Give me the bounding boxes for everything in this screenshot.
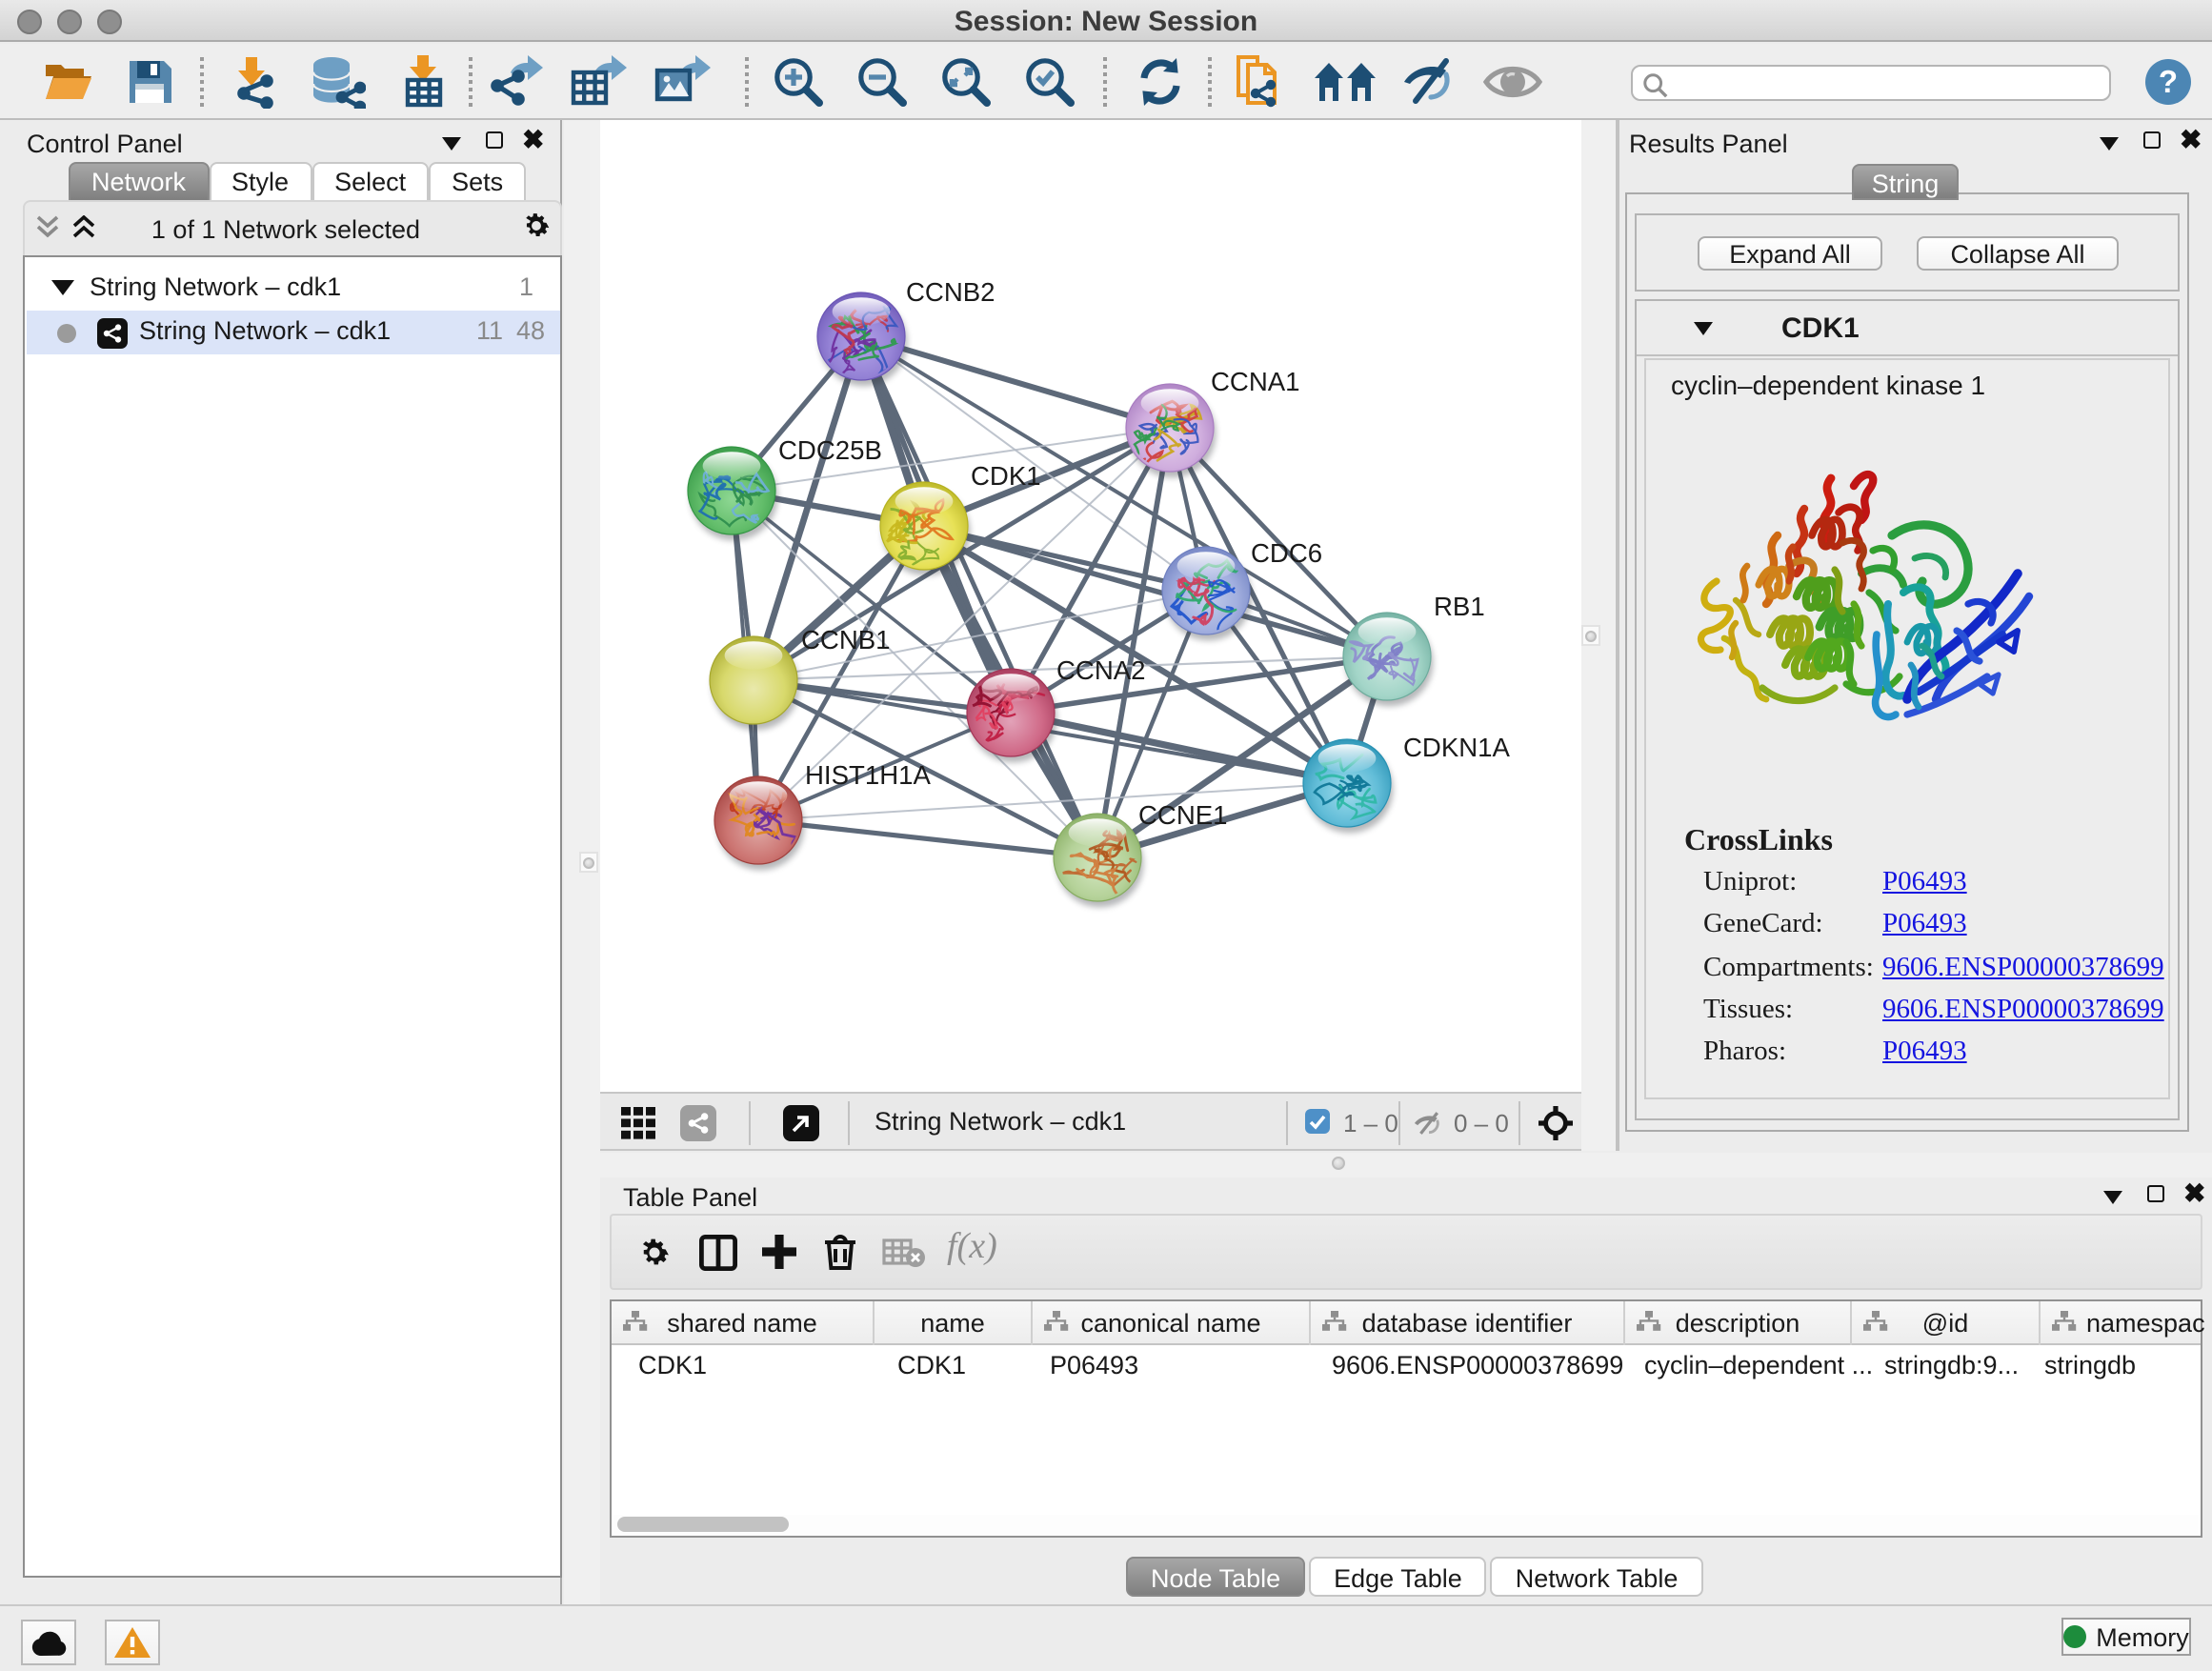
svg-text:CCNB2: CCNB2	[906, 277, 995, 307]
svg-text:CDC6: CDC6	[1251, 538, 1322, 568]
svg-text:CDK1: CDK1	[971, 461, 1041, 491]
svg-text:HIST1H1A: HIST1H1A	[805, 760, 931, 790]
svg-text:?: ?	[2159, 63, 2178, 98]
svg-text:CCNE1: CCNE1	[1138, 800, 1228, 830]
svg-text:CDC25B: CDC25B	[778, 435, 882, 465]
svg-text:CCNB1: CCNB1	[801, 625, 891, 654]
svg-text:CDKN1A: CDKN1A	[1403, 733, 1511, 762]
svg-text:RB1: RB1	[1434, 592, 1485, 621]
svg-text:CCNA1: CCNA1	[1211, 367, 1300, 396]
svg-text:CCNA2: CCNA2	[1056, 655, 1146, 685]
